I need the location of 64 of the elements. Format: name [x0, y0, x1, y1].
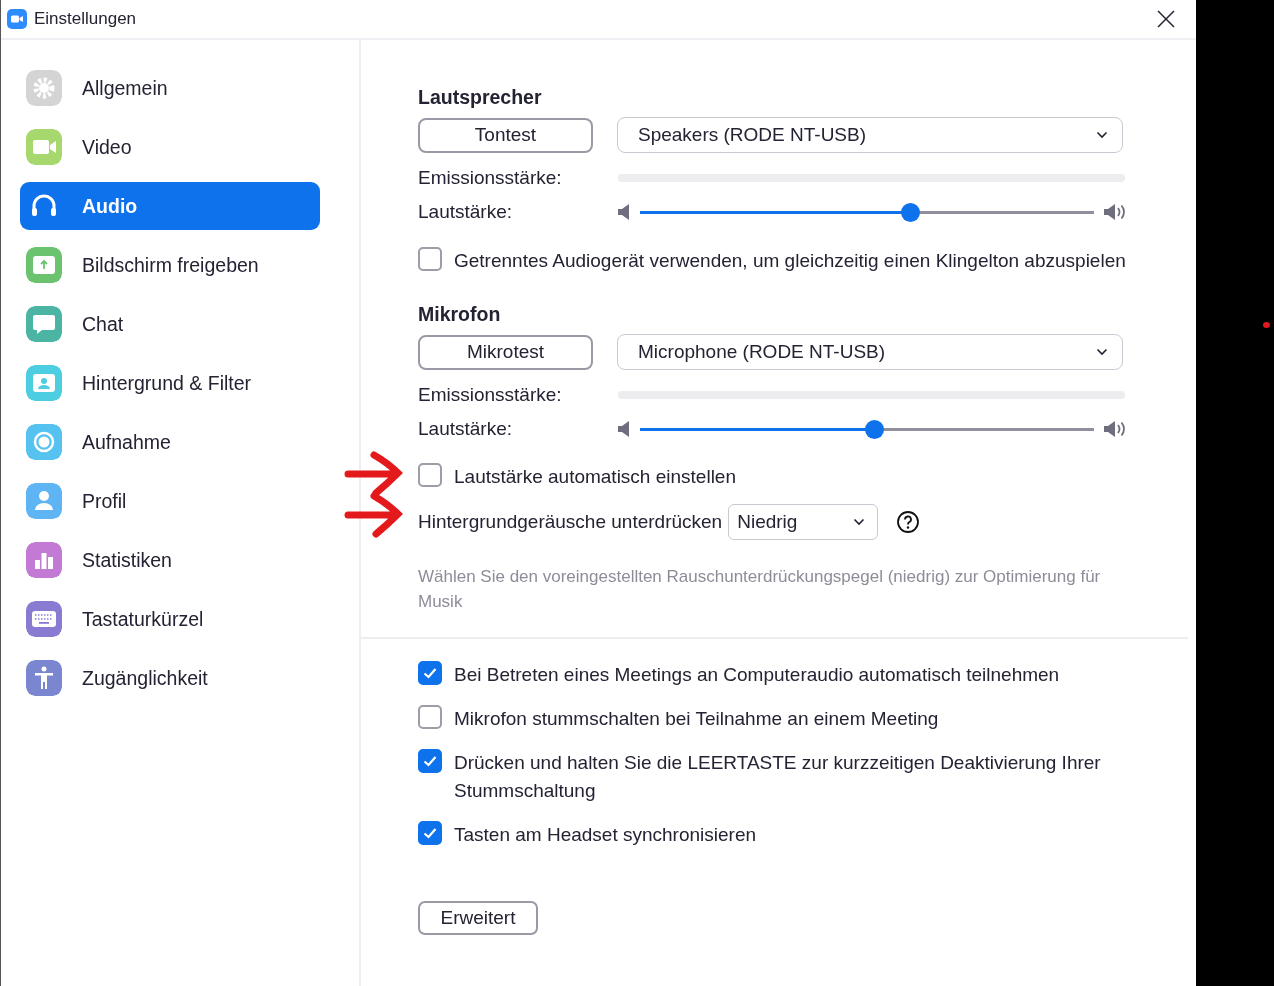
device-dropdown[interactable]: Speakers (RODE NT-USB) — [617, 117, 1123, 153]
sidebar-item[interactable]: Video — [20, 123, 320, 171]
checkbox-label: Tasten am Headset synchronisieren — [454, 823, 757, 847]
level-dropdown[interactable]: Niedrig — [728, 504, 879, 540]
section-heading: Lautsprecher — [418, 86, 543, 109]
checkbox-label: Getrenntes Audiogerät verwenden, um gleichzeitig einen Klingelton abzuspielen — [454, 249, 1126, 273]
checkbox[interactable] — [418, 749, 442, 773]
record-icon — [26, 424, 62, 460]
close-icon — [1157, 10, 1175, 28]
chevron-down-icon — [1096, 131, 1108, 139]
checkbox-label: Mikrofon stummschalten bei Teilnahme an einem Meeting — [454, 707, 939, 731]
speaker-low-icon — [618, 421, 630, 437]
volume-label: Lautstärke: — [418, 201, 513, 223]
screen-share-icon — [26, 247, 62, 283]
sidebar-item[interactable]: Profil — [20, 477, 320, 525]
sidebar-item[interactable]: Audio — [20, 182, 320, 230]
noise-suppression-label: Hintergrundgeräusche unterdrücken — [418, 511, 723, 533]
chevron-down-icon — [853, 518, 866, 526]
window-title: Einstellungen — [34, 9, 138, 29]
test-button[interactable]: Mikrotest — [418, 334, 593, 370]
sidebar-item[interactable]: Allgemein — [20, 64, 320, 112]
advanced-button[interactable]: Erweitert — [418, 901, 538, 935]
sidebar-item[interactable]: Statistiken — [20, 536, 320, 584]
checkbox[interactable] — [418, 705, 442, 729]
description-text: Wählen Sie den voreingestellten Rauschunterdrückungspegel (niedrig) zur Optimierung für Musik — [418, 566, 1102, 613]
chevron-down-icon — [1096, 348, 1108, 356]
sidebar-item[interactable]: Aufnahme — [20, 418, 320, 466]
sidebar-item[interactable]: Bildschirm freigeben — [20, 241, 320, 289]
sidebar-item[interactable]: Chat — [20, 300, 320, 348]
keyboard-icon — [26, 601, 62, 637]
accessibility-icon — [26, 660, 62, 696]
volume-label: Lautstärke: — [418, 418, 513, 440]
speaker-low-icon — [618, 204, 630, 220]
app-logo-icon — [7, 9, 27, 29]
chat-bubble-icon — [26, 306, 62, 342]
slider-thumb[interactable] — [900, 202, 920, 222]
checkbox[interactable] — [418, 821, 442, 845]
device-dropdown[interactable]: Microphone (RODE NT-USB) — [617, 334, 1123, 370]
person-icon — [26, 483, 62, 519]
checkbox[interactable] — [418, 247, 442, 271]
sidebar-item[interactable]: Hintergrund & Filter — [20, 359, 320, 407]
checkmark-icon — [422, 825, 438, 841]
video-camera-icon — [26, 129, 62, 165]
checkbox-label: Bei Betreten eines Meetings an Computeraudio automatisch teilnehmen — [454, 663, 1060, 687]
output-level-label: Emissionsstärke: — [418, 384, 563, 406]
section-heading: Mikrofon — [418, 303, 502, 326]
speaker-loud-icon — [1104, 421, 1128, 437]
checkbox[interactable] — [418, 463, 442, 487]
checkbox-label: Drücken und halten Sie die LEERTASTE zur kurzzeitigen Deaktivierung Ihrer Stummschaltung — [454, 751, 1102, 803]
slider-thumb[interactable] — [864, 419, 884, 439]
checkmark-icon — [422, 753, 438, 769]
gear-icon — [26, 70, 62, 106]
checkbox-label: Lautstärke automatisch einstellen — [454, 465, 736, 489]
sidebar-item[interactable]: Tastaturkürzel — [20, 595, 320, 643]
test-button[interactable]: Tontest — [418, 117, 593, 153]
help-icon[interactable] — [896, 510, 921, 534]
portrait-icon — [26, 365, 62, 401]
annotation-dot — [1263, 322, 1270, 328]
bar-chart-icon — [26, 542, 62, 578]
checkmark-icon — [422, 665, 438, 681]
output-level-label: Emissionsstärke: — [418, 167, 563, 189]
speaker-loud-icon — [1104, 204, 1128, 220]
checkbox[interactable] — [418, 661, 442, 685]
sidebar-item[interactable]: Zugänglichkeit — [20, 654, 320, 702]
